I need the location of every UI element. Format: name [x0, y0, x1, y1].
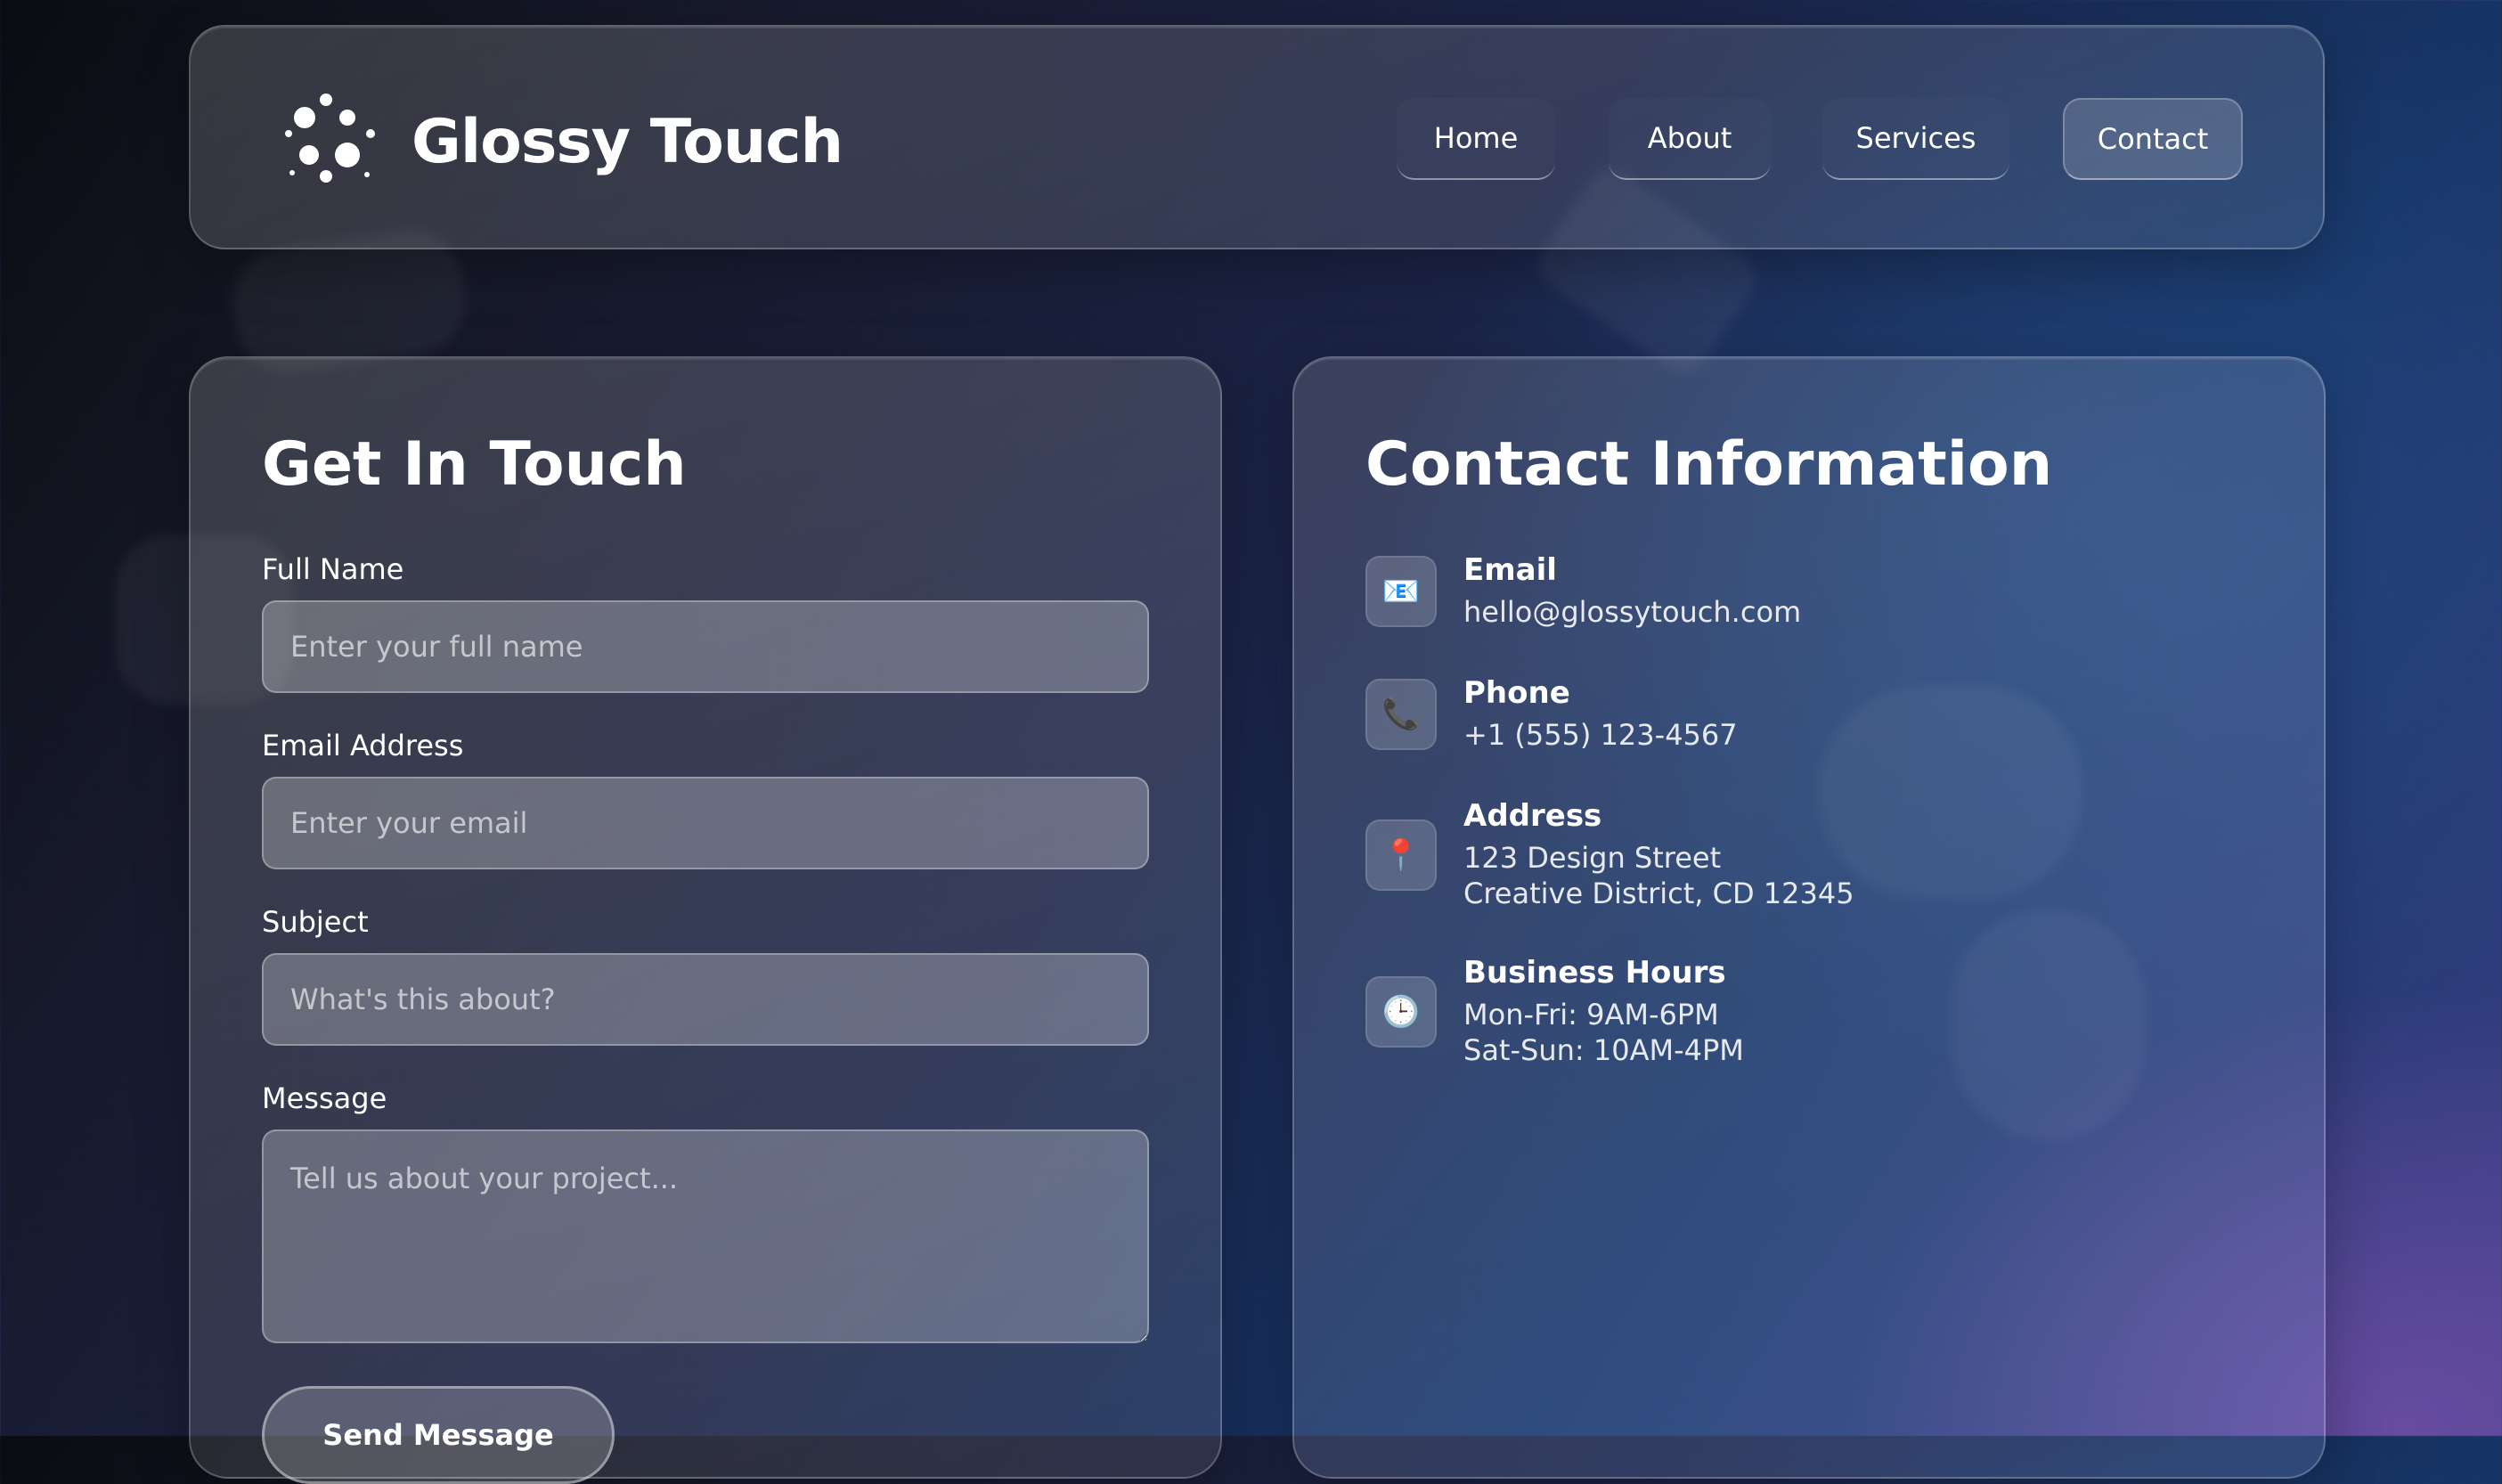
full-name-label: Full Name: [262, 552, 404, 586]
nav-services[interactable]: Services: [1822, 98, 2009, 180]
message-textarea[interactable]: [262, 1129, 1149, 1343]
hours-line-1: Mon-Fri: 9AM-6PM: [1463, 998, 1719, 1031]
full-name-input[interactable]: [262, 600, 1149, 693]
email-label: Email Address: [262, 729, 464, 762]
email-value[interactable]: hello@glossytouch.com: [1463, 595, 1801, 629]
dots-sparkle-icon: [285, 94, 375, 183]
nav-home[interactable]: Home: [1397, 98, 1555, 180]
address-heading: Address: [1463, 798, 1602, 834]
site-header: Glossy Touch Home About Services Contact: [189, 25, 2325, 249]
phone-heading: Phone: [1463, 675, 1570, 711]
phone-icon: 📞: [1365, 679, 1437, 750]
contact-form-panel: Get In Touch Full Name Email Address Sub…: [189, 356, 1222, 1484]
send-message-button[interactable]: Send Message: [262, 1386, 615, 1484]
address-line-2: Creative District, CD 12345: [1463, 877, 1854, 910]
address-line-1: 123 Design Street: [1463, 841, 1722, 875]
envelope-icon: 📧: [1365, 556, 1437, 627]
phone-value[interactable]: +1 (555) 123-4567: [1463, 718, 1738, 752]
nav-about[interactable]: About: [1609, 98, 1771, 180]
form-title: Get In Touch: [262, 429, 687, 500]
contact-info-title: Contact Information: [1365, 429, 2053, 500]
email-heading: Email: [1463, 552, 1557, 588]
hours-line-2: Sat-Sun: 10AM-4PM: [1463, 1033, 1744, 1067]
contact-info-panel: Contact Information 📧 Email hello@glossy…: [1292, 356, 2326, 1479]
subject-label: Subject: [262, 905, 369, 939]
map-pin-icon: 📍: [1365, 819, 1437, 891]
nav-contact[interactable]: Contact: [2063, 98, 2243, 180]
brand-name: Glossy Touch: [412, 107, 844, 177]
email-input[interactable]: [262, 777, 1149, 869]
clock-icon: 🕒: [1365, 976, 1437, 1048]
subject-input[interactable]: [262, 953, 1149, 1046]
message-label: Message: [262, 1081, 387, 1115]
business-hours-heading: Business Hours: [1463, 955, 1726, 991]
